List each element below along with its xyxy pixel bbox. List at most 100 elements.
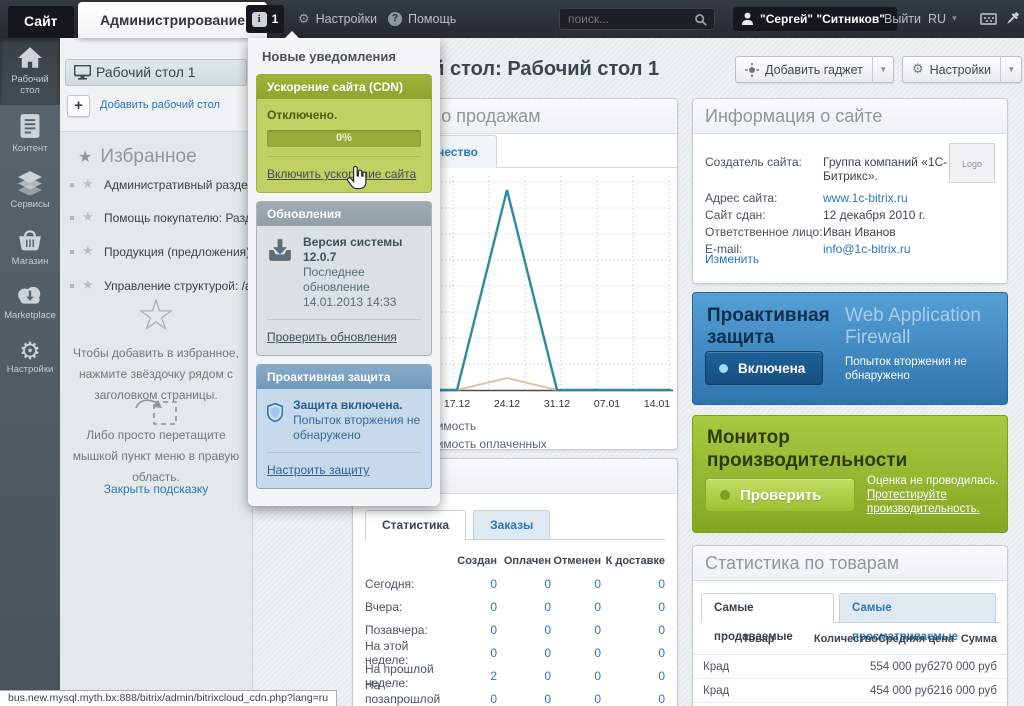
order-count[interactable]: 0 xyxy=(453,577,497,591)
check-updates-link[interactable]: Проверить обновления xyxy=(267,330,397,344)
column-header: Создан xyxy=(457,555,497,567)
order-count[interactable]: 0 xyxy=(497,646,551,660)
layers-icon xyxy=(18,171,42,195)
run-performance-test-button[interactable]: Проверить xyxy=(705,478,855,512)
drag-hint-text: Либо просто перетащите мышкой пункт меню… xyxy=(72,428,240,484)
sidebar-item-store[interactable]: Магазин xyxy=(0,219,60,276)
order-count[interactable]: 0 xyxy=(497,692,551,706)
tab-best-sellers[interactable]: Самые продаваемые xyxy=(701,593,835,643)
order-count[interactable]: 0 xyxy=(453,646,497,660)
favorite-item[interactable]: ★ Административный раздел xyxy=(60,174,253,196)
test-performance-link[interactable]: Протестируйте производительность. xyxy=(867,489,980,515)
updates-block-header: Обновления xyxy=(257,202,431,226)
x-tick: 07.01 xyxy=(593,398,621,410)
order-count[interactable]: 0 xyxy=(551,669,601,683)
tab-site[interactable]: Сайт xyxy=(8,6,74,38)
sidebar-item-settings[interactable]: ⚙ Настройки xyxy=(0,330,60,384)
order-count[interactable]: 0 xyxy=(453,692,497,706)
order-count[interactable]: 0 xyxy=(551,646,601,660)
order-count[interactable]: 2 xyxy=(453,669,497,683)
language-selector[interactable]: RU ▾ xyxy=(928,0,957,38)
tab-most-viewed[interactable]: Самые просматриваемые xyxy=(839,593,996,643)
run-test-label: Проверить xyxy=(740,486,822,504)
gear-icon: ⚙ xyxy=(298,11,310,27)
desktop-item-current[interactable]: Рабочий стол 1 xyxy=(65,59,247,86)
topbar-settings-label: Настройки xyxy=(315,12,377,26)
order-count[interactable]: 0 xyxy=(551,692,601,706)
order-count[interactable]: 0 xyxy=(551,600,601,614)
updates-notification-block: Обновления Версия системы 12.0.7 Последн… xyxy=(256,201,432,356)
topbar-settings-link[interactable]: ⚙ Настройки xyxy=(298,0,377,38)
sidebar-item-label: Marketplace xyxy=(4,310,56,321)
pin-icon[interactable] xyxy=(1004,10,1021,27)
column-header: Средняя цена xyxy=(877,632,954,645)
order-count[interactable]: 0 xyxy=(601,669,665,683)
order-count[interactable]: 0 xyxy=(551,623,601,637)
sidebar-item-label: Рабочий стол xyxy=(11,74,49,96)
protection-status-button[interactable]: Включена xyxy=(705,351,823,385)
protection-enabled-text: Защита включена. xyxy=(293,398,403,412)
cdn-progress-value: 0% xyxy=(336,132,352,144)
notifications-button[interactable]: i 1 xyxy=(246,5,284,33)
sidebar-item-desktop[interactable]: Рабочий стол xyxy=(0,38,60,105)
enable-cdn-link[interactable]: Включить ускорение сайта xyxy=(267,167,416,181)
cdn-status-text: Отключено. xyxy=(267,108,338,122)
configure-protection-link[interactable]: Настроить защиту xyxy=(267,463,369,477)
favorite-label: Продукция (предложения): P xyxy=(104,245,253,259)
table-row: Крад 4 54 000 руб 216 000 руб xyxy=(693,679,1007,703)
sidebar-item-marketplace[interactable]: Marketplace xyxy=(0,276,60,330)
desktop-name: Рабочий стол 1 xyxy=(96,64,196,80)
favorite-item[interactable]: ★ Помощь покупателю: Разде xyxy=(60,207,253,229)
order-count[interactable]: 0 xyxy=(453,623,497,637)
sidebar-item-content[interactable]: Контент xyxy=(0,105,60,163)
order-count[interactable]: 0 xyxy=(497,600,551,614)
order-count[interactable]: 0 xyxy=(453,600,497,614)
order-count[interactable]: 0 xyxy=(497,577,551,591)
drag-dot-icon xyxy=(70,284,74,288)
site-url-link[interactable]: www.1c-bitrix.ru xyxy=(823,191,908,205)
site-info-row: Адрес сайта: www.1c-bitrix.ru xyxy=(705,191,908,205)
search-input[interactable] xyxy=(560,9,714,29)
topbar: Сайт Администрирование i 1 ⚙ Настройки ?… xyxy=(0,0,1024,38)
order-count[interactable]: 0 xyxy=(551,577,601,591)
desktop-settings-button[interactable]: ⚙ Настройки ▾ xyxy=(902,56,1023,83)
star-icon[interactable]: ★ xyxy=(82,241,94,263)
x-tick: 14.01 xyxy=(643,398,671,410)
site-email-link[interactable]: info@1c-bitrix.ru xyxy=(823,242,911,256)
hotkeys-icon[interactable] xyxy=(980,13,997,25)
document-icon xyxy=(20,114,40,138)
order-count[interactable]: 0 xyxy=(497,623,551,637)
shield-icon xyxy=(267,402,284,423)
search-icon[interactable] xyxy=(694,13,708,27)
topbar-help-link[interactable]: ? Помощь xyxy=(388,0,456,38)
order-count[interactable]: 0 xyxy=(601,692,665,706)
star-icon[interactable]: ★ xyxy=(82,207,94,229)
add-desktop-button[interactable]: + xyxy=(67,95,90,117)
add-gadget-button[interactable]: Добавить гаджет ▾ xyxy=(735,56,895,83)
sidebar-item-label: Контент xyxy=(12,143,48,154)
column-header: Отменен xyxy=(553,555,601,567)
favorite-item[interactable]: ★ Продукция (предложения): P xyxy=(60,241,253,263)
order-count[interactable]: 0 xyxy=(601,600,665,614)
tab-orders[interactable]: Заказы xyxy=(473,510,551,540)
tab-statistics[interactable]: Статистика xyxy=(365,510,467,540)
order-count[interactable]: 0 xyxy=(601,646,665,660)
logout-link[interactable]: Выйти xyxy=(884,0,921,38)
star-icon[interactable]: ★ xyxy=(82,174,94,196)
edit-site-info-link[interactable]: Изменить xyxy=(705,252,759,266)
drag-dot-icon xyxy=(70,183,74,187)
sidebar-item-services[interactable]: Сервисы xyxy=(0,163,60,219)
close-hint-link[interactable]: Закрыть подсказку xyxy=(60,482,252,496)
tab-administration[interactable]: Администрирование xyxy=(78,2,267,38)
cdn-block-header: Ускорение сайта (CDN) xyxy=(257,75,431,99)
add-desktop-link[interactable]: Добавить рабочий стол xyxy=(100,99,220,111)
column-header: Сумма xyxy=(960,632,997,645)
chevron-down-icon: ▾ xyxy=(952,14,957,24)
bitrix-admin-screen: Сайт Администрирование i 1 ⚙ Настройки ?… xyxy=(0,0,1024,706)
order-count[interactable]: 0 xyxy=(601,577,665,591)
order-count[interactable]: 0 xyxy=(601,623,665,637)
order-count[interactable]: 0 xyxy=(497,669,551,683)
last-update-text: Последнее обновление xyxy=(303,265,370,294)
desktop-settings-label: Настройки xyxy=(929,62,991,77)
user-menu-button[interactable]: "Сергей" "Ситников" xyxy=(733,7,897,31)
